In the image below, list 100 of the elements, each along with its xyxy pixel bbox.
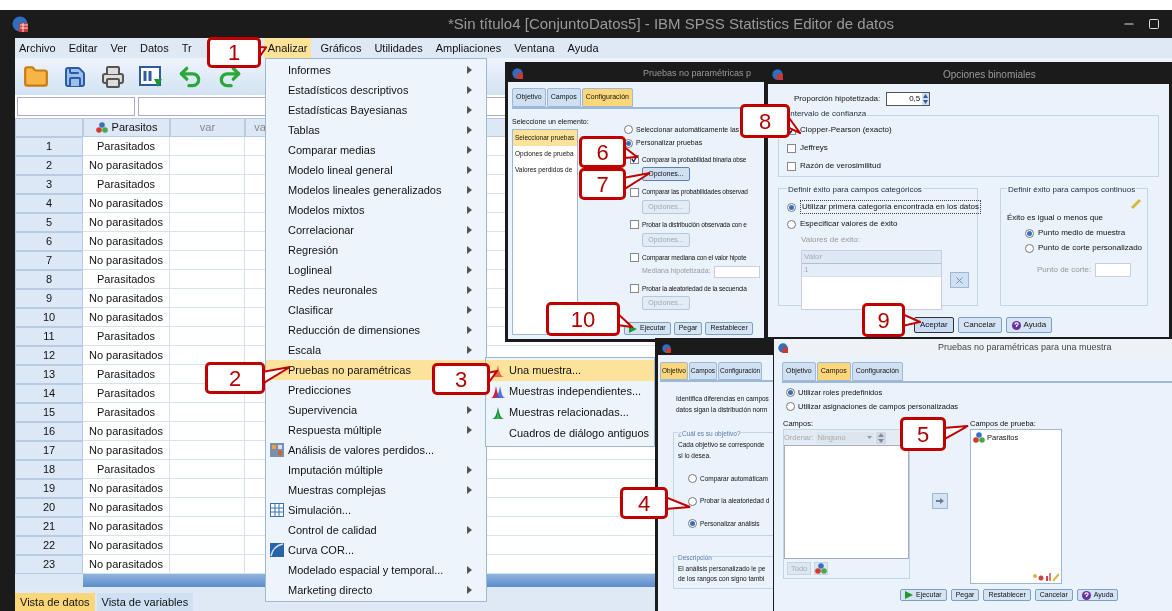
menu-entry[interactable]: Curva COR... xyxy=(266,540,486,560)
input-field[interactable] xyxy=(1095,263,1132,277)
menu-entry[interactable]: Simulación... xyxy=(266,500,486,520)
menu-item[interactable]: Ver xyxy=(106,38,131,58)
sort-arrows-icon[interactable] xyxy=(875,431,886,444)
menu-entry[interactable]: Informes xyxy=(266,60,486,80)
menu-entry[interactable]: Comparar medias xyxy=(266,140,486,160)
menu-entry[interactable]: Modelo lineal general xyxy=(266,160,486,180)
menu-entry[interactable]: Muestras complejas xyxy=(266,480,486,500)
row-number[interactable]: 9 xyxy=(15,289,83,308)
radio-button[interactable] xyxy=(688,519,697,529)
row-number[interactable]: 16 xyxy=(15,422,83,441)
row-number[interactable]: 17 xyxy=(15,441,83,460)
radio-button[interactable] xyxy=(787,219,796,229)
menu-entry[interactable]: Muestras relacionadas... xyxy=(486,402,654,423)
row-number[interactable]: 3 xyxy=(15,175,83,194)
row-number[interactable]: 12 xyxy=(15,346,83,365)
printer-icon[interactable] xyxy=(101,64,125,89)
view-tab[interactable]: Vista de variables xyxy=(96,592,194,611)
menu-entry[interactable]: Estadísticos descriptivos xyxy=(266,80,486,100)
column-header[interactable]: Parasitos xyxy=(83,118,170,137)
save-icon[interactable] xyxy=(63,64,87,89)
row-number[interactable]: 4 xyxy=(15,194,83,213)
menu-entry[interactable]: Cuadros de diálogo antiguos xyxy=(486,423,654,444)
row-number[interactable]: 20 xyxy=(15,498,83,517)
cell-name-field[interactable] xyxy=(17,97,135,116)
option-label: Especificar valores de éxito xyxy=(800,218,898,230)
row-number[interactable]: 11 xyxy=(15,327,83,346)
menu-entry[interactable]: Modelado espacial y temporal... xyxy=(266,560,486,580)
menu-entry[interactable]: Redes neuronales xyxy=(266,280,486,300)
menu-entry[interactable]: Loglineal xyxy=(266,260,486,280)
menu-item[interactable]: Archivo xyxy=(15,38,60,58)
menu-entry[interactable]: Respuesta múltiple xyxy=(266,420,486,440)
dialog-button[interactable]: Aceptar xyxy=(914,317,954,333)
checkbox[interactable] xyxy=(787,161,796,171)
row-number[interactable]: 15 xyxy=(15,403,83,422)
dialog-button[interactable]: Ayuda xyxy=(1005,317,1053,333)
table-cell: No parasitados xyxy=(83,422,170,441)
view-tab[interactable]: Vista de datos xyxy=(15,592,95,611)
spinner-arrows-icon[interactable] xyxy=(922,93,930,105)
checkbox[interactable] xyxy=(787,143,796,153)
menu-item[interactable]: Ayuda xyxy=(563,38,603,58)
menu-entry[interactable]: Correlacionar xyxy=(266,220,486,240)
menu-item[interactable]: Datos xyxy=(135,38,173,58)
row-number[interactable]: 19 xyxy=(15,479,83,498)
menu-item[interactable]: Editar xyxy=(64,38,102,58)
row-number[interactable]: 2 xyxy=(15,156,83,175)
folder-icon[interactable] xyxy=(23,63,49,90)
move-button[interactable] xyxy=(932,493,948,510)
row-number[interactable]: 5 xyxy=(15,213,83,232)
data-import-icon[interactable] xyxy=(139,64,163,89)
menu-entry[interactable]: Reducción de dimensiones xyxy=(266,320,486,340)
radio-button[interactable] xyxy=(688,496,697,506)
row-number[interactable]: 14 xyxy=(15,384,83,403)
row-number[interactable]: 23 xyxy=(15,555,83,574)
menu-item[interactable]: Ampliaciones xyxy=(431,38,506,58)
table-cell: No parasitados xyxy=(83,194,170,213)
icon-button[interactable] xyxy=(814,562,829,576)
radio-button[interactable] xyxy=(786,401,795,411)
radio-button[interactable] xyxy=(688,473,697,483)
menu-item[interactable]: Utilidades xyxy=(370,38,427,58)
radio-button[interactable] xyxy=(1025,228,1034,238)
radio-button[interactable] xyxy=(786,387,795,397)
menu-entry[interactable]: Control de calidad xyxy=(266,520,486,540)
menu-entry[interactable]: Clasificar xyxy=(266,300,486,320)
menu-item[interactable]: Tr xyxy=(177,38,196,58)
radio-button[interactable] xyxy=(787,202,796,212)
option-label: Éxito es igual o menos que xyxy=(1007,212,1105,224)
menu-entry[interactable]: Supervivencia xyxy=(266,400,486,420)
radio-button[interactable] xyxy=(624,125,633,135)
menu-entry[interactable]: Imputación múltiple xyxy=(266,460,486,480)
input-field[interactable] xyxy=(713,265,760,278)
radio-button[interactable] xyxy=(1025,243,1034,253)
menu-entry[interactable]: Análisis de valores perdidos... xyxy=(266,440,486,460)
delete-button[interactable] xyxy=(949,272,969,288)
maximize-icon[interactable] xyxy=(1148,18,1160,30)
menu-entry[interactable]: Modelos lineales generalizados xyxy=(266,180,486,200)
row-number[interactable]: 21 xyxy=(15,517,83,536)
row-number[interactable]: 18 xyxy=(15,460,83,479)
menu-entry[interactable]: Escala xyxy=(266,340,486,360)
window-title: *Sin título4 [ConjuntoDatos5] - IBM SPSS Statistics Editor de datos xyxy=(448,13,895,34)
row-number[interactable]: 13 xyxy=(15,365,83,384)
menu-entry[interactable]: Marketing directo xyxy=(266,580,486,600)
field-label: Proporción hipotetizada: xyxy=(794,93,881,105)
menu-entry[interactable]: Regresión xyxy=(266,240,486,260)
menu-entry[interactable]: Una muestra... xyxy=(486,360,654,381)
menu-item[interactable]: Ventana xyxy=(510,38,559,58)
dialog-button[interactable]: Cancelar xyxy=(957,317,1002,333)
row-number[interactable]: 10 xyxy=(15,308,83,327)
row-number[interactable]: 8 xyxy=(15,270,83,289)
spin-field[interactable]: 0,5 xyxy=(886,92,931,106)
menu-item[interactable]: Analizar xyxy=(263,38,312,58)
row-number[interactable]: 7 xyxy=(15,251,83,270)
row-number[interactable]: 22 xyxy=(15,536,83,555)
menu-entry[interactable]: Estadísticas Bayesianas xyxy=(266,100,486,120)
row-number[interactable]: 6 xyxy=(15,232,83,251)
row-number[interactable]: 1 xyxy=(15,137,83,156)
menu-entry[interactable]: Modelos mixtos xyxy=(266,200,486,220)
table-cell: No parasitados xyxy=(83,213,170,232)
menu-item[interactable]: Gráficos xyxy=(316,38,366,58)
